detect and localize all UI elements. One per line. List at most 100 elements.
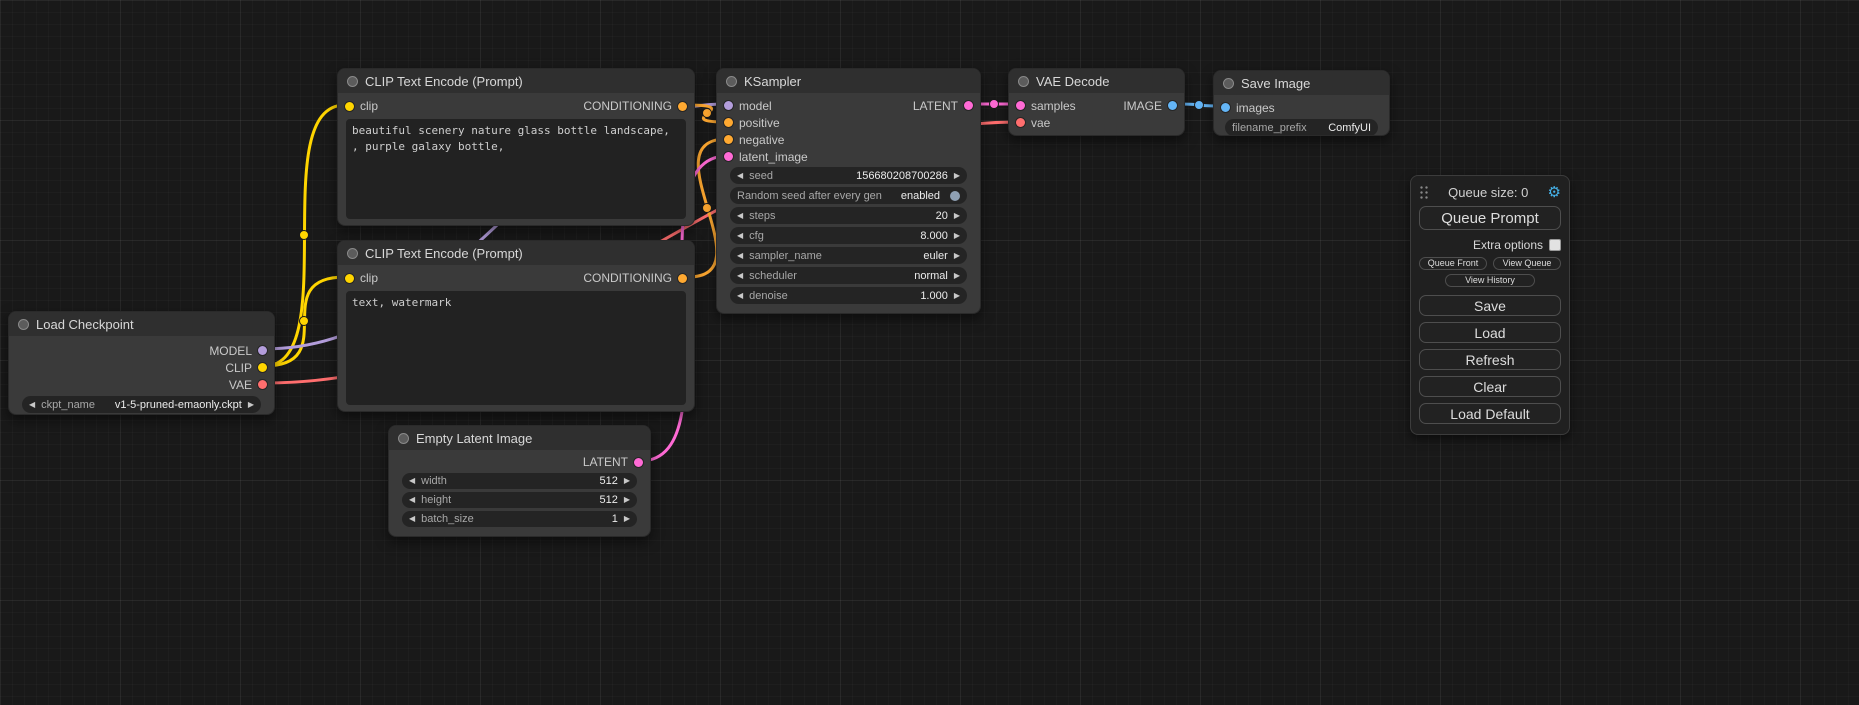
comfy-menu-panel[interactable]: Queue size: 0 ⚙ Queue Prompt Extra optio… <box>1410 175 1570 435</box>
increment-arrow-icon[interactable]: ▶ <box>954 172 960 180</box>
height-widget[interactable]: ◀ height 512 ▶ <box>402 492 637 508</box>
node-title-bar[interactable]: CLIP Text Encode (Prompt) <box>338 69 694 93</box>
random-seed-toggle-widget[interactable]: Random seed after every gen enabled <box>730 187 967 204</box>
input-label-images: images <box>1236 101 1275 115</box>
node-title-bar[interactable]: VAE Decode <box>1009 69 1184 93</box>
input-slot-samples[interactable] <box>1016 101 1025 110</box>
negative-prompt-textarea[interactable]: text, watermark <box>346 291 686 405</box>
widget-value: 8.000 <box>920 230 948 242</box>
output-slot-vae[interactable] <box>258 380 267 389</box>
output-slot-latent[interactable] <box>964 101 973 110</box>
collapse-dot[interactable] <box>347 248 358 259</box>
node-save-image[interactable]: Save Image images filename_prefix ComfyU… <box>1213 70 1390 136</box>
decrement-arrow-icon[interactable]: ◀ <box>409 477 415 485</box>
increment-arrow-icon[interactable]: ▶ <box>954 252 960 260</box>
output-slot-conditioning[interactable] <box>678 274 687 283</box>
output-slot-clip[interactable] <box>258 363 267 372</box>
decrement-arrow-icon[interactable]: ◀ <box>737 212 743 220</box>
denoise-widget[interactable]: ◀ denoise 1.000 ▶ <box>730 287 967 304</box>
settings-gear-icon[interactable]: ⚙ <box>1548 185 1561 200</box>
decrement-arrow-icon[interactable]: ◀ <box>737 292 743 300</box>
node-graph-canvas[interactable]: Load Checkpoint MODEL CLIP VAE ◀ ckpt_na… <box>0 0 1859 705</box>
node-title-bar[interactable]: CLIP Text Encode (Prompt) <box>338 241 694 265</box>
decrement-arrow-icon[interactable]: ◀ <box>737 172 743 180</box>
increment-arrow-icon[interactable]: ▶ <box>624 496 630 504</box>
link-midpoint-dot[interactable] <box>703 204 712 213</box>
output-slot-latent[interactable] <box>634 458 643 467</box>
collapse-dot[interactable] <box>1223 78 1234 89</box>
widget-value: 20 <box>936 210 948 222</box>
link-midpoint-dot[interactable] <box>1195 101 1204 110</box>
load-button[interactable]: Load <box>1419 322 1561 343</box>
node-clip-text-encode-negative[interactable]: CLIP Text Encode (Prompt) clip CONDITION… <box>337 240 695 412</box>
decrement-arrow-icon[interactable]: ◀ <box>737 272 743 280</box>
node-clip-text-encode-positive[interactable]: CLIP Text Encode (Prompt) clip CONDITION… <box>337 68 695 226</box>
view-history-button[interactable]: View History <box>1445 274 1536 287</box>
decrement-arrow-icon[interactable]: ◀ <box>409 515 415 523</box>
queue-front-button[interactable]: Queue Front <box>1419 257 1487 270</box>
collapse-dot[interactable] <box>18 319 29 330</box>
increment-arrow-icon[interactable]: ▶ <box>624 477 630 485</box>
link-midpoint-dot[interactable] <box>300 231 309 240</box>
sampler-name-widget[interactable]: ◀ sampler_name euler ▶ <box>730 247 967 264</box>
decrement-arrow-icon[interactable]: ◀ <box>737 252 743 260</box>
view-queue-button[interactable]: View Queue <box>1493 257 1561 270</box>
extra-options-label: Extra options <box>1473 238 1543 252</box>
input-label-negative: negative <box>739 133 784 147</box>
increment-arrow-icon[interactable]: ▶ <box>954 212 960 220</box>
input-slot-model[interactable] <box>724 101 733 110</box>
queue-size-label: Queue size: 0 <box>1429 185 1548 200</box>
output-slot-conditioning[interactable] <box>678 102 687 111</box>
increment-arrow-icon[interactable]: ▶ <box>248 401 254 409</box>
node-title-bar[interactable]: KSampler <box>717 69 980 93</box>
drag-handle-icon[interactable] <box>1419 185 1429 199</box>
ckpt-name-widget[interactable]: ◀ ckpt_name v1-5-pruned-emaonly.ckpt ▶ <box>22 396 261 413</box>
input-slot-vae[interactable] <box>1016 118 1025 127</box>
increment-arrow-icon[interactable]: ▶ <box>954 232 960 240</box>
save-button[interactable]: Save <box>1419 295 1561 316</box>
link-midpoint-dot[interactable] <box>990 100 999 109</box>
batch-size-widget[interactable]: ◀ batch_size 1 ▶ <box>402 511 637 527</box>
collapse-dot[interactable] <box>726 76 737 87</box>
decrement-arrow-icon[interactable]: ◀ <box>409 496 415 504</box>
node-title-bar[interactable]: Save Image <box>1214 71 1389 95</box>
increment-arrow-icon[interactable]: ▶ <box>954 272 960 280</box>
load-default-button[interactable]: Load Default <box>1419 403 1561 424</box>
toggle-dot[interactable] <box>950 191 960 201</box>
link-midpoint-dot[interactable] <box>300 317 309 326</box>
refresh-button[interactable]: Refresh <box>1419 349 1561 370</box>
extra-options-checkbox[interactable] <box>1549 239 1561 251</box>
steps-widget[interactable]: ◀ steps 20 ▶ <box>730 207 967 224</box>
node-empty-latent-image[interactable]: Empty Latent Image LATENT ◀ width 512 ▶ … <box>388 425 651 537</box>
input-slot-clip[interactable] <box>345 102 354 111</box>
link-midpoint-dot[interactable] <box>703 109 712 118</box>
scheduler-widget[interactable]: ◀ scheduler normal ▶ <box>730 267 967 284</box>
positive-prompt-textarea[interactable]: beautiful scenery nature glass bottle la… <box>346 119 686 219</box>
node-load-checkpoint[interactable]: Load Checkpoint MODEL CLIP VAE ◀ ckpt_na… <box>8 311 275 415</box>
input-slot-clip[interactable] <box>345 274 354 283</box>
node-title-bar[interactable]: Load Checkpoint <box>9 312 274 336</box>
node-vae-decode[interactable]: VAE Decode samples IMAGE vae <box>1008 68 1185 136</box>
input-slot-images[interactable] <box>1221 103 1230 112</box>
decrement-arrow-icon[interactable]: ◀ <box>29 401 35 409</box>
increment-arrow-icon[interactable]: ▶ <box>954 292 960 300</box>
increment-arrow-icon[interactable]: ▶ <box>624 515 630 523</box>
seed-widget[interactable]: ◀ seed 156680208700286 ▶ <box>730 167 967 184</box>
clear-button[interactable]: Clear <box>1419 376 1561 397</box>
input-slot-negative[interactable] <box>724 135 733 144</box>
output-slot-image[interactable] <box>1168 101 1177 110</box>
collapse-dot[interactable] <box>1018 76 1029 87</box>
collapse-dot[interactable] <box>398 433 409 444</box>
node-ksampler[interactable]: KSampler model LATENT positive negative <box>716 68 981 314</box>
input-slot-positive[interactable] <box>724 118 733 127</box>
node-title-bar[interactable]: Empty Latent Image <box>389 426 650 450</box>
filename-prefix-widget[interactable]: filename_prefix ComfyUI <box>1225 119 1378 136</box>
output-slot-model[interactable] <box>258 346 267 355</box>
queue-prompt-button[interactable]: Queue Prompt <box>1419 206 1561 230</box>
cfg-widget[interactable]: ◀ cfg 8.000 ▶ <box>730 227 967 244</box>
collapse-dot[interactable] <box>347 76 358 87</box>
width-widget[interactable]: ◀ width 512 ▶ <box>402 473 637 489</box>
output-label-vae: VAE <box>229 378 252 392</box>
decrement-arrow-icon[interactable]: ◀ <box>737 232 743 240</box>
input-slot-latent-image[interactable] <box>724 152 733 161</box>
